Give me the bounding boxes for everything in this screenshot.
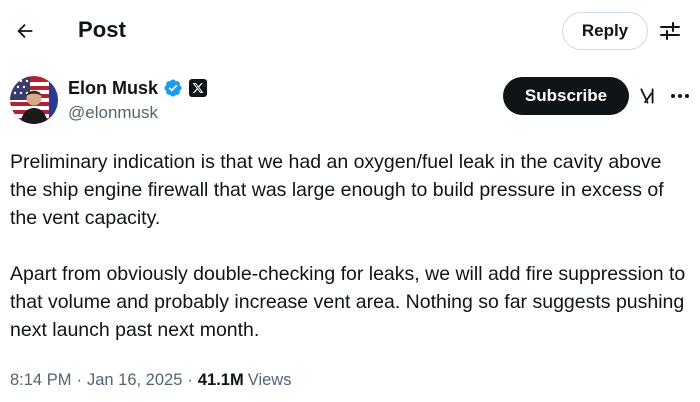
sliders-icon <box>660 22 680 40</box>
verified-checkmark-icon[interactable] <box>163 78 183 98</box>
more-horizontal-icon <box>671 94 689 98</box>
post-time[interactable]: 8:14 PM <box>10 371 71 390</box>
author-display-name[interactable]: Elon Musk <box>68 78 158 99</box>
x-logo-icon[interactable] <box>189 79 208 97</box>
meta-separator: · <box>187 370 193 389</box>
page-title: Post <box>78 17 127 42</box>
settings-button[interactable] <box>656 17 684 45</box>
subscribe-button[interactable]: Subscribe <box>503 77 629 115</box>
arrow-left-icon <box>17 23 33 39</box>
back-button[interactable] <box>8 14 42 48</box>
reply-button[interactable]: Reply <box>562 12 648 50</box>
author-avatar[interactable] <box>10 76 58 124</box>
post-date[interactable]: Jan 16, 2025 <box>87 371 182 390</box>
views-count: 41.1M <box>197 370 244 389</box>
author-handle[interactable]: @elonmusk <box>68 103 158 123</box>
post-paragraph: Preliminary indication is that we had an… <box>10 151 664 229</box>
post-paragraph: Apart from obviously double-checking for… <box>10 263 686 341</box>
grok-icon <box>640 88 654 104</box>
views-label: Views <box>247 370 292 389</box>
more-button[interactable] <box>668 86 692 106</box>
top-bar: Post Reply <box>0 0 700 62</box>
post-text: Preliminary indication is that we had an… <box>10 148 690 344</box>
meta-separator: · <box>76 370 82 389</box>
author-name-row: Elon Musk <box>68 76 208 100</box>
grok-button[interactable] <box>637 85 659 107</box>
post-meta: 8:14 PM · Jan 16, 2025 · 41.1M Views <box>10 369 291 391</box>
